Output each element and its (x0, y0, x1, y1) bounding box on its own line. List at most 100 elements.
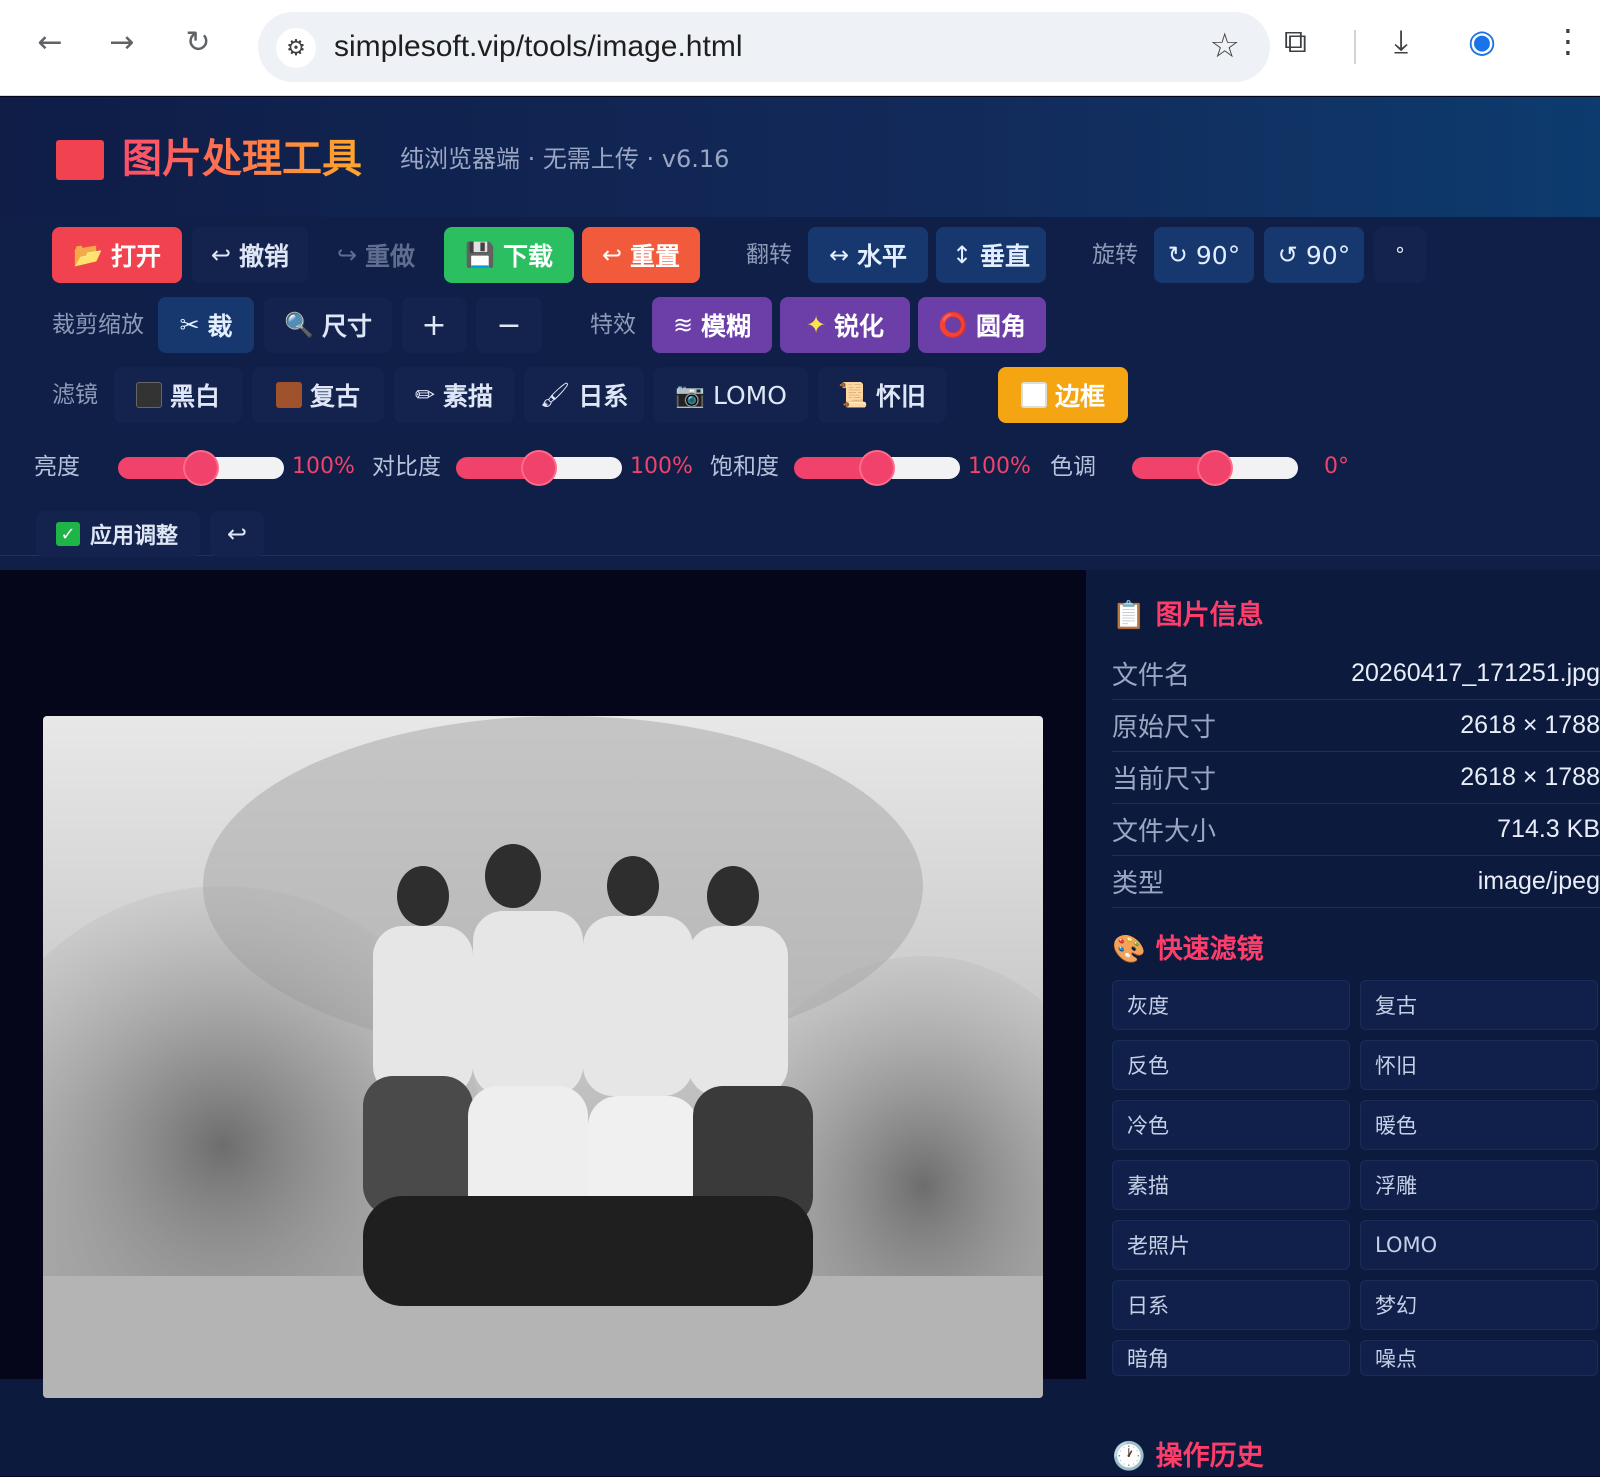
brightness-label: 亮度 (34, 454, 80, 480)
info-row-current-size: 当前尺寸 2618 × 1788 (1112, 752, 1600, 804)
brown-swatch-icon (275, 382, 302, 408)
undo-icon: ↩ (210, 241, 232, 269)
clipboard-icon: 📋 (1112, 600, 1146, 631)
quick-filter-item[interactable]: 梦幻 (1360, 1280, 1598, 1330)
saturation-value: 100% (968, 454, 1031, 479)
rotate-ccw-icon: ↺ (1277, 241, 1298, 269)
undo-icon: ↩ (226, 520, 248, 548)
quick-filter-item[interactable]: 噪点 (1360, 1340, 1598, 1376)
resize-button[interactable]: 🔍 尺寸 (264, 297, 392, 353)
toolbar-divider (1354, 30, 1356, 64)
flip-label: 翻转 (746, 242, 792, 268)
pencil-icon: ✏ (414, 381, 436, 409)
circle-icon: ⭕ (938, 311, 968, 339)
app: 图片处理工具 纯浏览器端 · 无需上传 · v6.16 📂 打开 ↩ 撤销 ↪ 重做 … (0, 97, 1600, 1476)
reload-icon[interactable]: ↻ (176, 20, 220, 64)
back-icon[interactable]: ← (28, 20, 72, 64)
quick-filter-item[interactable]: 浮雕 (1360, 1160, 1598, 1210)
undo-button[interactable]: ↩ 撤销 (192, 227, 308, 283)
quick-filter-item[interactable]: 日系 (1112, 1280, 1350, 1330)
star-icon[interactable]: ☆ (1210, 26, 1240, 66)
download-icon[interactable]: ⤓ (1394, 22, 1408, 61)
scissors-icon: ✂ (179, 311, 200, 339)
quick-filter-item[interactable]: 反色 (1112, 1040, 1350, 1090)
page-subtitle: 纯浏览器端 · 无需上传 · v6.16 (400, 145, 730, 173)
filter-lomo-button[interactable]: 📷 LOMO (654, 367, 808, 423)
filter-japanese-button[interactable]: 🖌 日系 (524, 367, 644, 423)
redo-button[interactable]: ↪ 重做 (318, 227, 434, 283)
scroll-icon: 📜 (838, 381, 868, 409)
crop-button[interactable]: ✂ 裁 (158, 297, 254, 353)
address-bar[interactable]: ⚙ simplesoft.vip/tools/image.html ☆ (258, 12, 1270, 82)
quick-filter-item[interactable]: 暗角 (1112, 1340, 1350, 1376)
black-swatch-icon (135, 382, 162, 408)
filter-label: 滤镜 (52, 382, 98, 408)
clock-icon: 🕐 (1112, 1441, 1146, 1472)
saturation-slider[interactable] (794, 452, 960, 484)
effects-label: 特效 (590, 312, 636, 338)
apply-adjust-checkbox[interactable]: ✓ 应用调整 (36, 511, 200, 557)
rotate-custom-button[interactable]: ° (1374, 227, 1426, 283)
blur-icon: ≋ (672, 311, 694, 339)
blur-button[interactable]: ≋ 模糊 (652, 297, 772, 353)
info-section-title: 📋 图片信息 (1112, 596, 1264, 636)
quick-filter-title: 🎨 快速滤镜 (1112, 930, 1264, 970)
extensions-icon[interactable]: ⧉ (1284, 22, 1307, 61)
download-button[interactable]: 💾 下载 (444, 227, 574, 283)
open-button[interactable]: 📂 打开 (52, 227, 182, 283)
photo-placeholder (43, 716, 1043, 1398)
save-icon: 💾 (465, 241, 495, 269)
tune-icon[interactable]: ⚙ (276, 28, 316, 68)
url-text[interactable]: simplesoft.vip/tools/image.html (334, 28, 743, 66)
brush-icon: 🖌 (539, 381, 571, 409)
flip-vertical-button[interactable]: ↕ 垂直 (936, 227, 1046, 283)
flip-horizontal-button[interactable]: ↔ 水平 (808, 227, 928, 283)
undo-adjust-button[interactable]: ↩ (210, 511, 264, 557)
history-section-title: 🕐 操作历史 (1112, 1437, 1264, 1477)
quick-filter-item[interactable]: 怀旧 (1360, 1040, 1598, 1090)
forward-icon[interactable]: → (100, 20, 144, 64)
hue-slider[interactable] (1132, 452, 1298, 484)
slider-thumb[interactable] (523, 452, 555, 484)
checkmark-icon: ✓ (56, 522, 80, 546)
contrast-slider[interactable] (456, 452, 622, 484)
rotate-label: 旋转 (1092, 242, 1138, 268)
quick-filter-item[interactable]: 老照片 (1112, 1220, 1350, 1270)
border-button[interactable]: 边框 (998, 367, 1128, 423)
quick-filter-item[interactable]: LOMO (1360, 1220, 1598, 1270)
quick-filter-item[interactable]: 复古 (1360, 980, 1598, 1030)
slider-thumb[interactable] (185, 452, 217, 484)
quick-filter-item[interactable]: 冷色 (1112, 1100, 1350, 1150)
reset-button[interactable]: ↩ 重置 (582, 227, 700, 283)
profile-icon[interactable]: ◉ (1468, 22, 1496, 60)
info-row-file-size: 文件大小 714.3 KB (1112, 804, 1600, 856)
zoom-out-button[interactable]: − (476, 297, 542, 353)
filter-bw-button[interactable]: 黑白 (114, 367, 242, 423)
canvas-area (0, 570, 1086, 1398)
menu-icon[interactable]: ⋮ (1552, 22, 1584, 60)
browser-chrome: ← → ↻ ⚙ simplesoft.vip/tools/image.html … (0, 0, 1600, 96)
filter-sketch-button[interactable]: ✏ 素描 (394, 367, 514, 423)
round-corner-button[interactable]: ⭕ 圆角 (918, 297, 1046, 353)
zoom-in-button[interactable]: + (402, 297, 466, 353)
brightness-slider[interactable] (118, 452, 284, 484)
filter-nostalgic-button[interactable]: 📜 怀旧 (818, 367, 946, 423)
hue-label: 色调 (1050, 454, 1096, 480)
slider-thumb[interactable] (1199, 452, 1231, 484)
logo-icon (56, 140, 104, 180)
info-row-original-size: 原始尺寸 2618 × 1788 (1112, 700, 1600, 752)
folder-icon: 📂 (73, 241, 103, 269)
rotate-cw-button[interactable]: ↻ 90° (1154, 227, 1254, 283)
sidebar: 📋 图片信息 文件名 20260417_171251.jpg 原始尺寸 2618 × … (1086, 570, 1600, 1379)
slider-thumb[interactable] (861, 452, 893, 484)
quick-filter-item[interactable]: 素描 (1112, 1160, 1350, 1210)
preview-image[interactable] (43, 716, 1043, 1398)
frame-icon (1020, 382, 1047, 408)
filter-retro-button[interactable]: 复古 (252, 367, 384, 423)
quick-filter-item[interactable]: 暖色 (1360, 1100, 1598, 1150)
arrows-vertical-icon: ↕ (951, 241, 973, 269)
quick-filter-item[interactable]: 灰度 (1112, 980, 1350, 1030)
sharpen-button[interactable]: ✦ 锐化 (780, 297, 910, 353)
page-title: 图片处理工具 (122, 131, 362, 187)
rotate-ccw-button[interactable]: ↺ 90° (1264, 227, 1364, 283)
